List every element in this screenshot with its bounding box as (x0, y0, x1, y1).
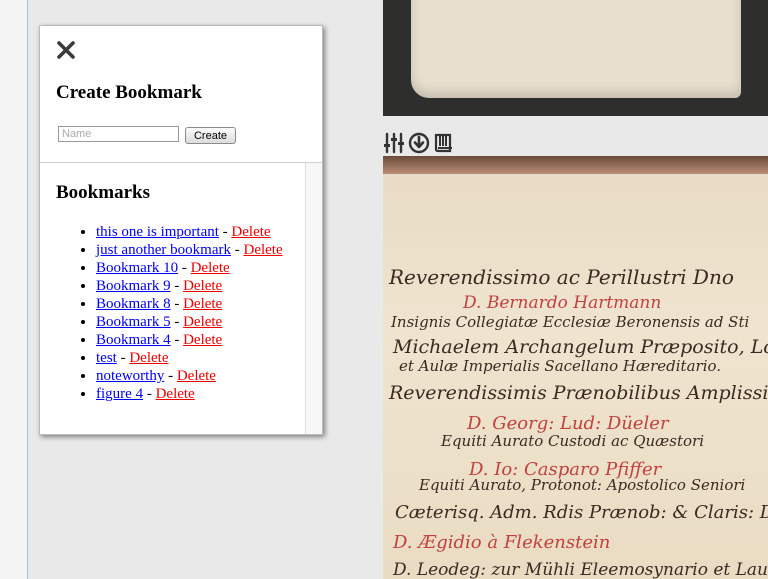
bookmark-list: this one is important - Deletejust anoth… (56, 223, 283, 403)
bookmark-item: test - Delete (96, 349, 283, 367)
separator: - (170, 296, 184, 312)
separator: - (218, 224, 232, 240)
sliders-icon[interactable] (383, 132, 405, 154)
panel-divider (40, 162, 322, 163)
separator: - (170, 314, 184, 330)
manuscript-line: D. Ægidio à Flekenstein (393, 532, 611, 553)
bookmark-link[interactable]: this one is important (96, 224, 219, 240)
delete-link[interactable]: Delete (191, 260, 230, 276)
page-paper (411, 0, 741, 98)
bookmark-link[interactable]: Bookmark 9 (96, 278, 171, 294)
separator: - (170, 332, 184, 348)
manuscript-line: et Aulæ Imperialis Sacellano Hæreditario… (399, 357, 722, 375)
separator: - (230, 242, 244, 258)
separator: - (178, 260, 191, 276)
manuscript-line: D. Bernardo Hartmann (463, 293, 662, 313)
download-icon[interactable] (408, 132, 430, 154)
delete-link[interactable]: Delete (129, 350, 168, 366)
page-edge (383, 156, 768, 174)
separator: - (170, 278, 184, 294)
bookmark-item: Bookmark 10 - Delete (96, 259, 283, 277)
bookmark-item: noteworthy - Delete (96, 367, 283, 385)
bookmark-link[interactable]: Bookmark 4 (96, 332, 171, 348)
manuscript-line: Cæterisq. Adm. Rdis Prænob: & Claris: D (395, 502, 768, 523)
bookmark-item: this one is important - Delete (96, 223, 283, 241)
manuscript-line: Reverendissimis Prænobilibus Amplissimi (389, 382, 768, 404)
bookmark-link[interactable]: Bookmark 10 (96, 260, 178, 276)
panel-scrollbar[interactable] (305, 163, 322, 434)
bookmarks-title: Bookmarks (56, 182, 150, 203)
bookmark-link[interactable]: Bookmark 5 (96, 314, 171, 330)
delete-link[interactable]: Delete (183, 296, 222, 312)
manuscript-page-previous (383, 0, 768, 116)
separator: - (116, 350, 130, 366)
delete-link[interactable]: Delete (183, 314, 222, 330)
bookmark-link[interactable]: figure 4 (96, 386, 143, 402)
bookmark-name-input[interactable] (58, 126, 179, 142)
delete-link[interactable]: Delete (177, 368, 216, 384)
left-gutter (0, 0, 28, 579)
bookmark-link[interactable]: test (96, 350, 117, 366)
book-icon[interactable] (433, 132, 455, 154)
bookmark-item: Bookmark 4 - Delete (96, 331, 283, 349)
close-icon[interactable] (56, 40, 76, 60)
separator: - (164, 368, 177, 384)
create-bookmark-title: Create Bookmark (56, 82, 202, 103)
create-button[interactable]: Create (185, 127, 236, 144)
delete-link[interactable]: Delete (243, 242, 282, 258)
delete-link[interactable]: Delete (231, 224, 270, 240)
manuscript-line: Equiti Aurato, Protonot: Apostolico Seni… (419, 476, 746, 494)
manuscript-line: Reverendissimo ac Perillustri Dno (389, 265, 734, 289)
separator: - (143, 386, 156, 402)
bookmark-link[interactable]: noteworthy (96, 368, 164, 384)
manuscript-page: Reverendissimo ac Perillustri Dno D. Bern… (383, 156, 768, 579)
delete-link[interactable]: Delete (183, 332, 222, 348)
viewer-toolbar (383, 131, 455, 155)
manuscript-line: D. Georg: Lud: Düeler (467, 413, 669, 434)
bookmark-link[interactable]: Bookmark 8 (96, 296, 171, 312)
delete-link[interactable]: Delete (183, 278, 222, 294)
manuscript-line: D. Leodeg: zur Mühli Eleemosynario et La… (393, 560, 768, 579)
bookmark-panel: Create Bookmark Create Bookmarks this on… (39, 25, 323, 435)
bookmark-item: Bookmark 5 - Delete (96, 313, 283, 331)
bookmark-link[interactable]: just another bookmark (96, 242, 231, 258)
bookmark-item: Bookmark 8 - Delete (96, 295, 283, 313)
delete-link[interactable]: Delete (156, 386, 195, 402)
bookmark-item: figure 4 - Delete (96, 385, 283, 403)
bookmark-item: Bookmark 9 - Delete (96, 277, 283, 295)
manuscript-line: Equiti Aurato Custodi ac Quæstori (441, 432, 704, 450)
manuscript-line: Insignis Collegiatæ Ecclesiæ Beronensis … (391, 313, 750, 331)
manuscript-line: Michaelem Archangelum Præposito, Loci (393, 336, 768, 358)
bookmark-item: just another bookmark - Delete (96, 241, 283, 259)
